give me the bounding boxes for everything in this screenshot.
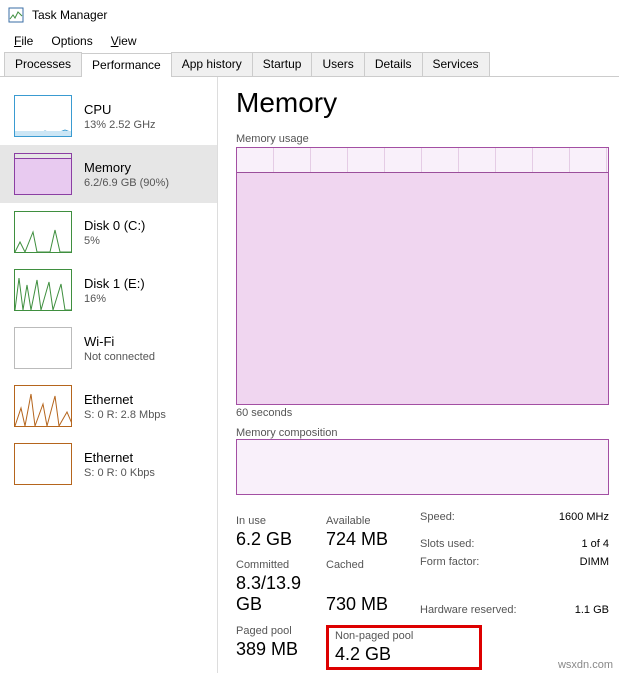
detail-pane: Memory Memory usage 60 seconds Memory co… — [218, 77, 619, 673]
spec-speed-label: Speed: — [420, 509, 559, 527]
ethernet-thumb-icon — [14, 385, 72, 427]
available-label: Available — [326, 515, 420, 527]
sidebar-item-label: CPU — [84, 102, 156, 117]
sidebar-item-sublabel: Not connected — [84, 351, 155, 363]
stats-grid: In use Available Speed: 1600 MHz 6.2 GB … — [236, 509, 609, 619]
cached-label: Cached — [326, 559, 420, 571]
sidebar-item-sublabel: 5% — [84, 235, 145, 247]
spec-slots-label: Slots used: — [420, 536, 559, 554]
menu-view[interactable]: View — [103, 32, 145, 50]
cpu-thumb-icon — [14, 95, 72, 137]
spec-speed-value: 1600 MHz — [559, 509, 609, 527]
paged-pool-label: Paged pool — [236, 625, 326, 637]
spec-form-label: Form factor: — [420, 554, 559, 572]
disk-thumb-icon — [14, 211, 72, 253]
titlebar: Task Manager — [0, 0, 619, 30]
cached-value: 730 MB — [326, 592, 420, 619]
tab-performance[interactable]: Performance — [81, 53, 172, 77]
memory-thumb-icon — [14, 153, 72, 195]
available-value: 724 MB — [326, 527, 420, 554]
memory-usage-label: Memory usage — [236, 133, 609, 145]
watermark: wsxdn.com — [558, 659, 613, 671]
sidebar-item-eth0[interactable]: Ethernet S: 0 R: 2.8 Mbps — [0, 377, 217, 435]
menu-options[interactable]: Options — [43, 32, 100, 50]
spec-reserved-label: Hardware reserved: — [420, 602, 559, 620]
memory-composition-chart — [236, 439, 609, 495]
sidebar: CPU 13% 2.52 GHz Memory 6.2/6.9 GB (90%)… — [0, 77, 218, 673]
paged-pool-value: 389 MB — [236, 637, 326, 660]
app-icon — [8, 7, 24, 23]
sidebar-item-label: Wi-Fi — [84, 334, 155, 349]
sidebar-item-sublabel: 13% 2.52 GHz — [84, 119, 156, 131]
committed-label: Committed — [236, 559, 326, 571]
sidebar-item-sublabel: S: 0 R: 2.8 Mbps — [84, 409, 166, 421]
tab-services[interactable]: Services — [422, 52, 490, 76]
sidebar-item-memory[interactable]: Memory 6.2/6.9 GB (90%) — [0, 145, 217, 203]
sidebar-item-disk0[interactable]: Disk 0 (C:) 5% — [0, 203, 217, 261]
page-title: Memory — [236, 87, 609, 119]
disk-thumb-icon — [14, 269, 72, 311]
pool-row: Paged pool 389 MB Non-paged pool 4.2 GB — [236, 625, 609, 670]
spec-form-value: DIMM — [559, 554, 609, 572]
tab-startup[interactable]: Startup — [252, 52, 313, 76]
content: CPU 13% 2.52 GHz Memory 6.2/6.9 GB (90%)… — [0, 77, 619, 673]
tab-details[interactable]: Details — [364, 52, 423, 76]
sidebar-item-label: Ethernet — [84, 450, 155, 465]
tab-app-history[interactable]: App history — [171, 52, 253, 76]
tab-users[interactable]: Users — [311, 52, 364, 76]
tab-processes[interactable]: Processes — [4, 52, 82, 76]
nonpaged-pool-label: Non-paged pool — [335, 630, 473, 642]
memory-usage-chart — [236, 147, 609, 405]
sidebar-item-sublabel: 6.2/6.9 GB (90%) — [84, 177, 169, 189]
sidebar-item-label: Disk 1 (E:) — [84, 276, 145, 291]
sidebar-item-eth1[interactable]: Ethernet S: 0 R: 0 Kbps — [0, 435, 217, 493]
sidebar-item-wifi[interactable]: Wi-Fi Not connected — [0, 319, 217, 377]
memory-composition-label: Memory composition — [236, 427, 609, 439]
menubar: File Options View — [0, 30, 619, 52]
spec-reserved-value: 1.1 GB — [559, 602, 609, 620]
ethernet-thumb-icon — [14, 443, 72, 485]
sidebar-item-label: Disk 0 (C:) — [84, 218, 145, 233]
committed-value: 8.3/13.9 GB — [236, 571, 326, 619]
sidebar-item-label: Memory — [84, 160, 169, 175]
sidebar-item-cpu[interactable]: CPU 13% 2.52 GHz — [0, 87, 217, 145]
in-use-label: In use — [236, 515, 326, 527]
tab-strip: Processes Performance App history Startu… — [0, 52, 619, 77]
menu-file[interactable]: File — [6, 32, 41, 50]
chart-axis-label: 60 seconds — [236, 407, 609, 419]
sidebar-item-disk1[interactable]: Disk 1 (E:) 16% — [0, 261, 217, 319]
window-title: Task Manager — [32, 8, 107, 22]
wifi-thumb-icon — [14, 327, 72, 369]
sidebar-item-sublabel: 16% — [84, 293, 145, 305]
spec-slots-value: 1 of 4 — [559, 536, 609, 554]
in-use-value: 6.2 GB — [236, 527, 326, 554]
sidebar-item-sublabel: S: 0 R: 0 Kbps — [84, 467, 155, 479]
sidebar-item-label: Ethernet — [84, 392, 166, 407]
nonpaged-pool-highlight: Non-paged pool 4.2 GB — [326, 625, 482, 670]
nonpaged-pool-value: 4.2 GB — [335, 642, 473, 665]
